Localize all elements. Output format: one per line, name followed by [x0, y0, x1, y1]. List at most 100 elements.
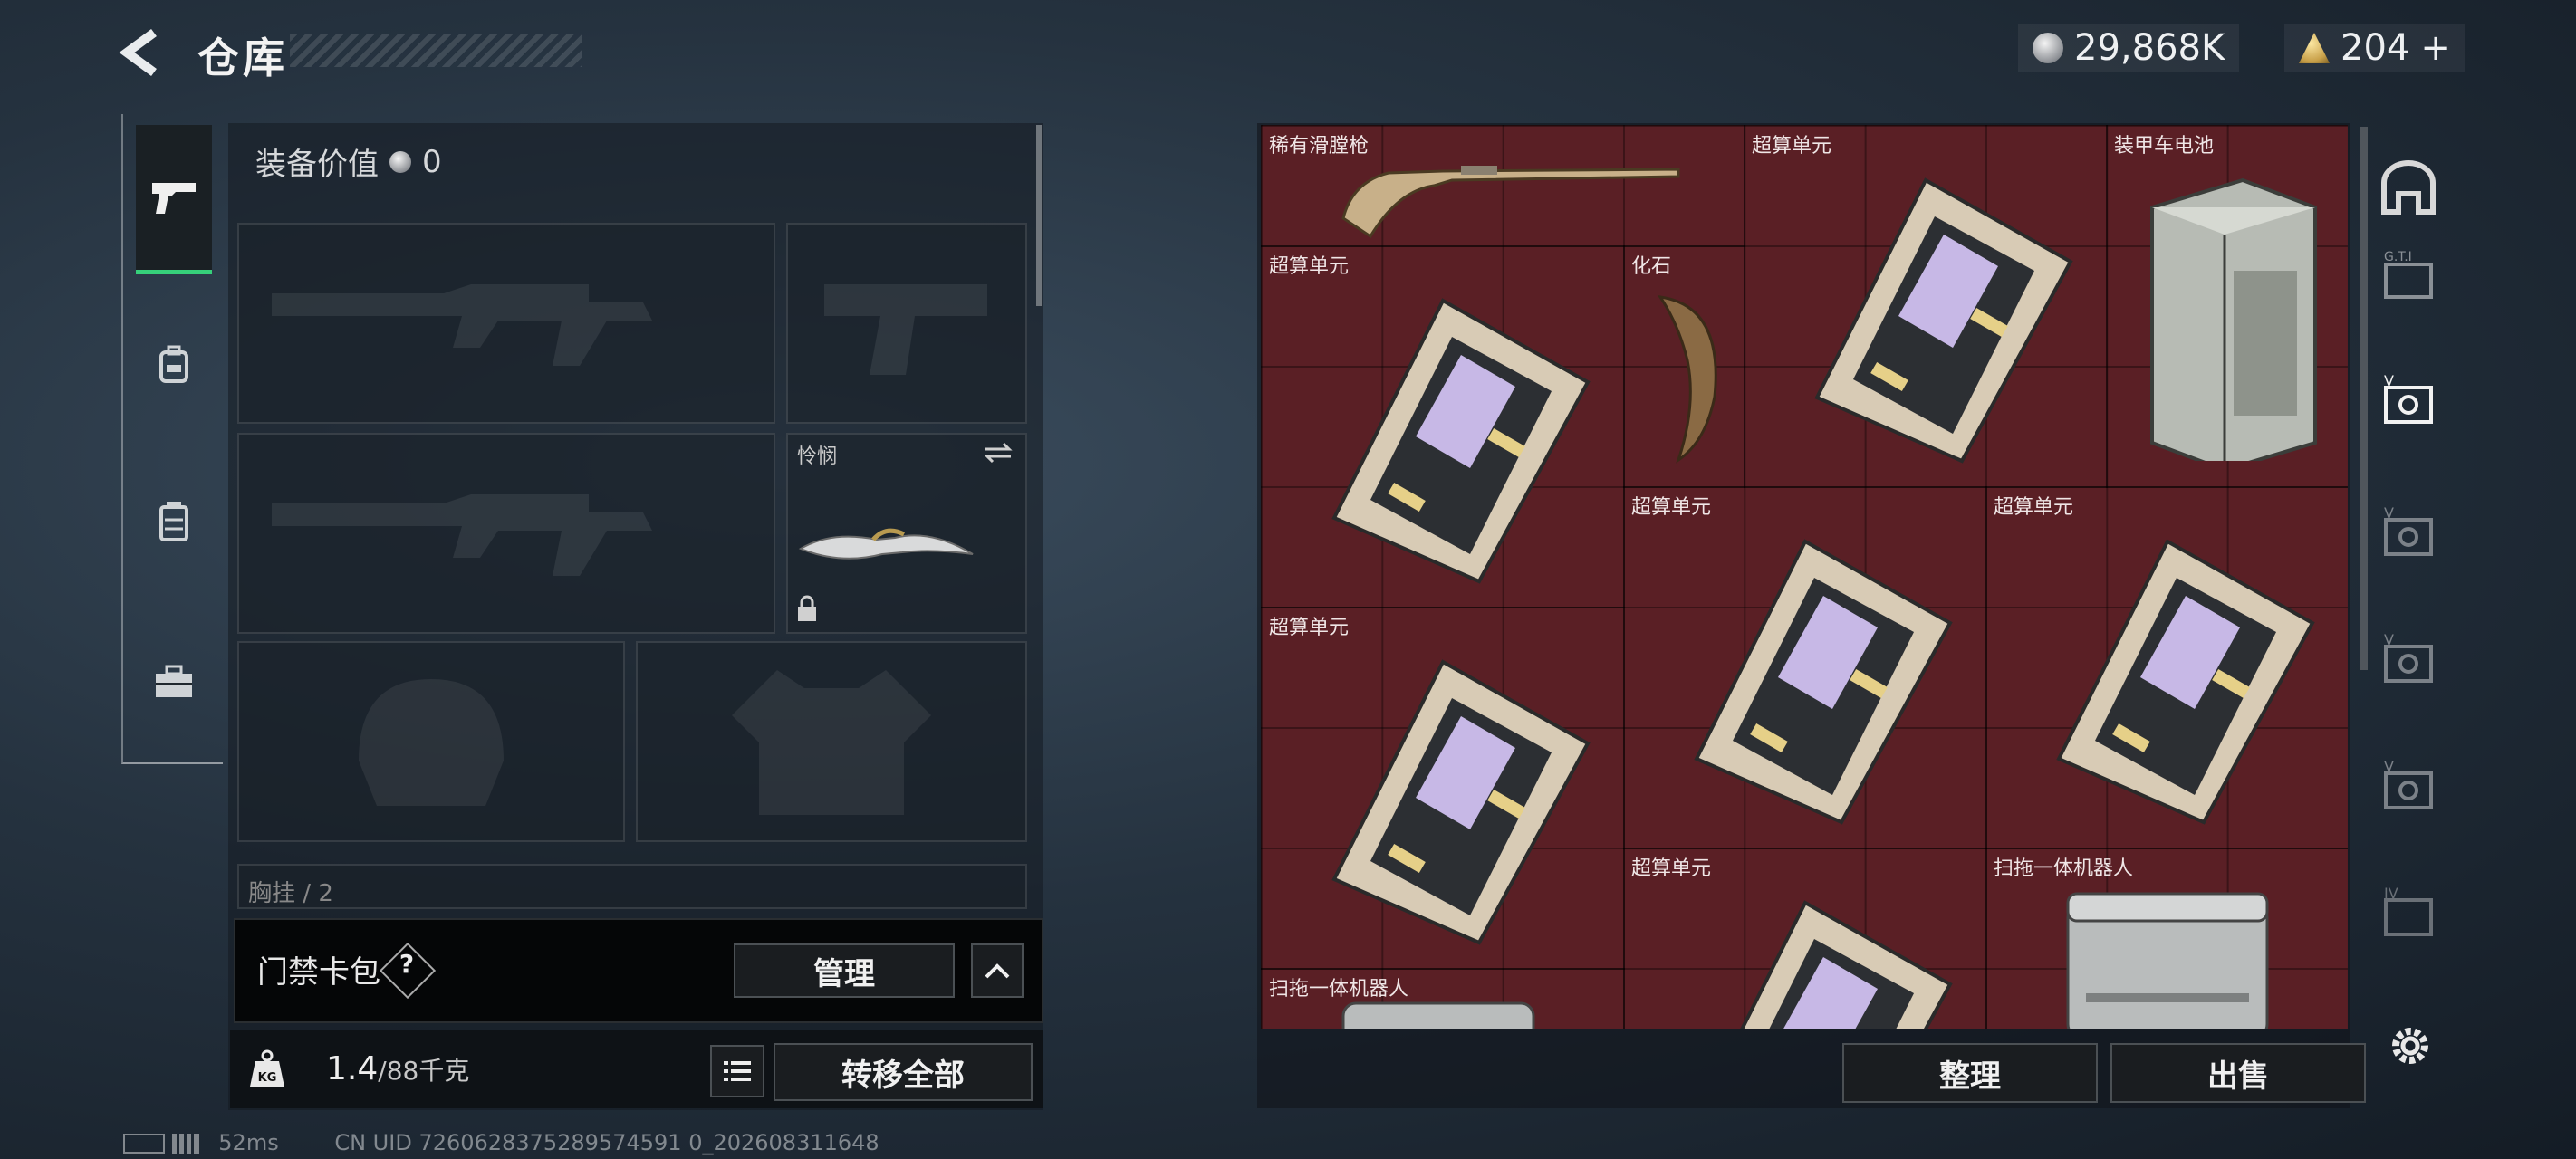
- gold-coin-icon: [2299, 33, 2330, 63]
- rail-tab-backpack[interactable]: [136, 292, 212, 436]
- rail-tab-weapons[interactable]: [136, 125, 212, 274]
- weight-kg-icon: KG: [250, 1049, 284, 1087]
- compute-unit-icon: [1814, 177, 2073, 464]
- item-compute-unit[interactable]: 超算单元: [1261, 245, 1625, 608]
- svg-text:V: V: [2384, 758, 2394, 775]
- gti-tab-icon: G.T.I: [2384, 250, 2433, 299]
- storage-tab-gti[interactable]: G.T.I: [2379, 246, 2442, 310]
- rail-tab-toolbox[interactable]: [136, 610, 212, 755]
- musket-icon: [1341, 166, 1680, 239]
- rifle-silhouette-icon: [272, 284, 652, 366]
- primary-weapon-slot[interactable]: [237, 223, 775, 424]
- melee-slot[interactable]: 怜悯: [786, 433, 1027, 634]
- iv-tab-icon: IV: [2384, 885, 2433, 936]
- equipment-scrollbar[interactable]: [1036, 125, 1042, 306]
- item-robot-vacuum[interactable]: 扫拖一体机器人: [1985, 848, 2348, 1029]
- robot-vacuum-icon: [1341, 1001, 1535, 1029]
- svg-text:KG: KG: [258, 1071, 277, 1085]
- equipment-value-amount: 0: [422, 143, 442, 180]
- gear-icon: [2392, 1028, 2428, 1064]
- item-label: 装甲车电池: [2114, 135, 2215, 158]
- currency-primary-value: 29,868K: [2074, 27, 2225, 69]
- lock-icon: [798, 595, 816, 621]
- helmet-slot[interactable]: [237, 641, 625, 842]
- currency-primary: 29,868K: [2018, 24, 2240, 72]
- help-icon[interactable]: ?: [395, 949, 418, 979]
- armor-slot[interactable]: [636, 641, 1027, 842]
- item-compute-unit[interactable]: 超算单元: [1261, 607, 1625, 970]
- swap-icon[interactable]: [982, 442, 1014, 464]
- pistol-icon: [152, 183, 196, 214]
- battery-icon: [2150, 177, 2317, 461]
- chevron-up-icon: [985, 963, 1010, 979]
- item-armored-battery[interactable]: 装甲车电池: [2106, 125, 2348, 488]
- storage-tab-v1[interactable]: V: [2379, 371, 2442, 435]
- item-musket[interactable]: 稀有滑膛枪: [1261, 125, 1745, 247]
- chest-rig-label: 胸挂 / 2: [248, 880, 333, 907]
- storage-tab-v2[interactable]: V: [2379, 503, 2442, 567]
- item-compute-unit[interactable]: 超算单元: [1623, 486, 1987, 849]
- item-compute-unit[interactable]: 超算单元: [1623, 848, 1987, 1029]
- weight-current: 1.4: [326, 1050, 379, 1087]
- item-label: 超算单元: [1752, 135, 1832, 158]
- collapse-button[interactable]: [971, 943, 1024, 998]
- item-label: 超算单元: [1631, 496, 1712, 519]
- back-button[interactable]: [118, 27, 163, 78]
- equipment-value: 装备价值 0: [255, 139, 442, 184]
- ping-value: 52ms: [218, 1130, 279, 1155]
- item-label: 超算单元: [1994, 496, 2074, 519]
- armor-silhouette-icon: [732, 670, 931, 815]
- compute-unit-icon: [1740, 900, 1953, 1029]
- svg-text:V: V: [2384, 504, 2394, 522]
- sell-button[interactable]: 出售: [2110, 1043, 2366, 1103]
- title-decoration: [290, 34, 582, 67]
- fossil-claw-icon: [1657, 295, 1717, 464]
- chest-rig-slot[interactable]: 胸挂 / 2: [237, 864, 1027, 909]
- svg-text:V: V: [2384, 631, 2394, 648]
- currency-add-icon[interactable]: +: [2420, 27, 2451, 69]
- svg-text:V: V: [2384, 372, 2394, 389]
- list-icon: [724, 1061, 751, 1081]
- silver-coin-icon: [389, 150, 411, 173]
- helmet-silhouette-icon: [359, 679, 504, 806]
- v-tab-icon: V: [2384, 372, 2433, 424]
- secondary-weapon-slot[interactable]: [237, 433, 775, 634]
- category-rail: [121, 114, 223, 764]
- toolbox-icon: [156, 665, 192, 697]
- settings-button[interactable]: [2384, 1020, 2437, 1072]
- weight-max: /88千克: [378, 1056, 470, 1086]
- rail-tab-vest[interactable]: [136, 449, 212, 594]
- v-tab-icon: V: [2384, 631, 2433, 683]
- item-label: 化石: [1631, 255, 1672, 278]
- currency-secondary[interactable]: 204 +: [2284, 24, 2465, 72]
- item-label: 超算单元: [1631, 857, 1712, 880]
- item-compute-unit[interactable]: 超算单元: [1985, 486, 2348, 849]
- access-card-label: 门禁卡包: [257, 954, 380, 991]
- item-robot-vacuum[interactable]: 扫拖一体机器人: [1261, 968, 1625, 1029]
- back-arrow-icon: [119, 28, 157, 77]
- compute-unit-icon: [1331, 659, 1591, 945]
- sidearm-slot[interactable]: [786, 223, 1027, 424]
- storage-tab-home[interactable]: [2379, 159, 2442, 223]
- storage-scrollbar[interactable]: [2360, 127, 2368, 670]
- manage-button[interactable]: 管理: [734, 943, 955, 998]
- robot-vacuum-icon: [2066, 892, 2269, 1029]
- item-fossil[interactable]: 化石: [1623, 245, 1745, 488]
- sort-button[interactable]: 整理: [1842, 1043, 2098, 1103]
- item-label: 超算单元: [1269, 617, 1350, 639]
- battery-icon: [123, 1134, 165, 1154]
- storage-grid: 稀有滑膛枪 超算单元 装甲车电池 超算单元 化石 超算单元 超算单元 超算单元 …: [1261, 125, 2348, 1029]
- storage-tab-v4[interactable]: V: [2379, 757, 2442, 820]
- melee-label: 怜悯: [797, 445, 838, 468]
- backpack-icon: [159, 345, 188, 383]
- compute-unit-icon: [1694, 539, 1953, 825]
- storage-tab-iv[interactable]: IV: [2379, 884, 2442, 947]
- v-tab-icon: V: [2384, 758, 2433, 809]
- item-compute-unit[interactable]: 超算单元: [1744, 125, 2108, 488]
- transfer-all-button[interactable]: 转移全部: [774, 1043, 1033, 1101]
- storage-tab-v3[interactable]: V: [2379, 630, 2442, 694]
- compute-unit-icon: [2056, 539, 2315, 825]
- list-view-button[interactable]: [710, 1045, 764, 1097]
- v-tab-icon: V: [2384, 504, 2433, 556]
- status-row: 52ms CN UID 7260628375289574591 0_202608…: [123, 1130, 879, 1155]
